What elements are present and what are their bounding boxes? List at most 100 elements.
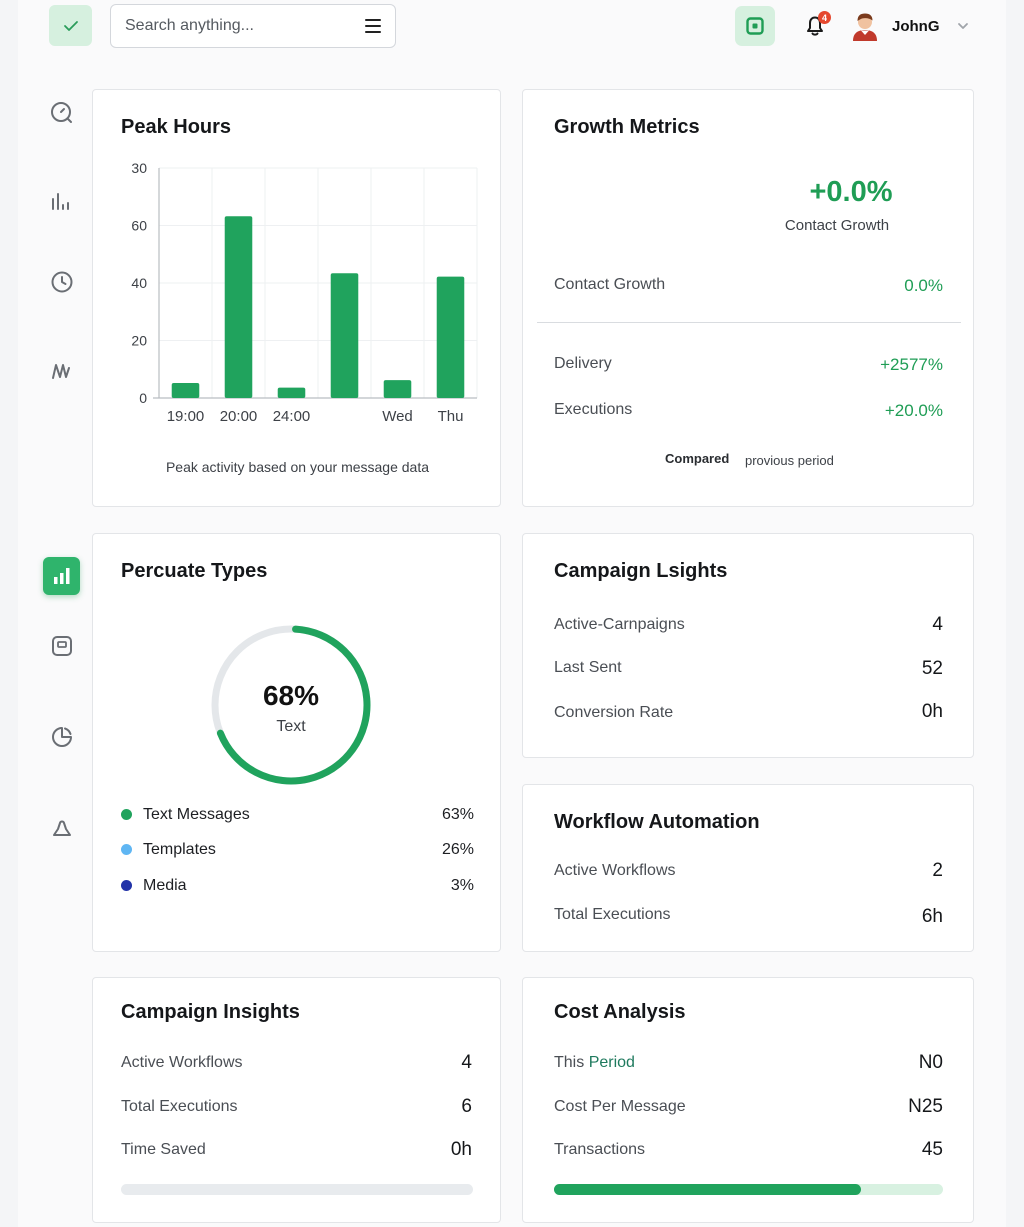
square-icon bbox=[746, 17, 764, 35]
legend-label: Text Messages bbox=[143, 806, 250, 823]
divider bbox=[537, 322, 961, 323]
chevron-down-icon[interactable] bbox=[956, 19, 970, 33]
stat-label: Last Sent bbox=[554, 659, 622, 676]
cost-progress-track bbox=[554, 1184, 943, 1195]
stat-value: 6h bbox=[921, 906, 943, 927]
growth-metrics-card: Growth Metrics +0.0% Contact Growth Cont… bbox=[522, 89, 974, 507]
bar bbox=[436, 276, 465, 398]
x-tick-label: 20:00 bbox=[220, 408, 258, 425]
username[interactable]: JohnG bbox=[892, 18, 940, 35]
stat-label: Active-Carnpaigns bbox=[554, 616, 685, 633]
legend-dot-media bbox=[121, 880, 132, 891]
stat-label: Cost Per Message bbox=[554, 1098, 686, 1115]
y-tick-label: 40 bbox=[131, 275, 147, 291]
legend-label: Templates bbox=[143, 841, 216, 858]
stat-label: Transactions bbox=[554, 1141, 645, 1158]
x-tick-label: Thu bbox=[438, 408, 464, 425]
workflow-automation-title: Workflow Automation bbox=[554, 811, 760, 833]
sidebar-item-usage[interactable] bbox=[48, 723, 76, 751]
cost-progress-fill bbox=[554, 1184, 862, 1195]
message-types-title: Percuate Types bbox=[121, 560, 268, 582]
metric-value: +2577% bbox=[880, 355, 943, 374]
growth-metrics-title: Growth Metrics bbox=[554, 116, 700, 138]
pie-chart-icon bbox=[52, 727, 72, 747]
stat-value: 4 bbox=[461, 1052, 472, 1073]
sidebar-item-search[interactable] bbox=[48, 99, 76, 127]
metric-label: Delivery bbox=[554, 355, 612, 372]
stat-value: N25 bbox=[908, 1096, 943, 1117]
stat-value: 2 bbox=[932, 860, 943, 881]
workflow-automation-card: Workflow Automation Active Workflows 2 T… bbox=[522, 784, 974, 952]
search-bar[interactable] bbox=[110, 4, 396, 48]
menu-icon[interactable] bbox=[365, 19, 381, 33]
peak-hours-caption: Peak activity based on your message data bbox=[165, 459, 430, 475]
stat-label: Active Workflows bbox=[121, 1054, 243, 1071]
stat-value: 4 bbox=[932, 614, 943, 635]
sidebar-item-analytics[interactable] bbox=[48, 188, 76, 216]
clock-icon bbox=[51, 271, 73, 293]
insights-progress-track bbox=[121, 1184, 473, 1195]
y-tick-label: 60 bbox=[131, 218, 147, 234]
sidebar-item-devices[interactable] bbox=[48, 632, 76, 660]
bar-chart-icon bbox=[53, 568, 69, 584]
stat-label: Total Executions bbox=[121, 1098, 238, 1115]
x-tick-label: 24:00 bbox=[273, 408, 311, 425]
y-tick-label: 30 bbox=[131, 160, 147, 176]
donut-center-label: Text bbox=[276, 718, 306, 735]
stat-value: 0h bbox=[921, 701, 943, 722]
bar bbox=[383, 380, 412, 398]
search-input[interactable] bbox=[125, 17, 365, 35]
metric-label: Executions bbox=[554, 401, 633, 418]
metric-value: 0.0% bbox=[904, 276, 943, 295]
y-tick-label: 20 bbox=[131, 333, 147, 349]
bar bbox=[277, 387, 306, 398]
campaign-insights-title: Campaign Insights bbox=[121, 1001, 300, 1023]
metric-value: +20.0% bbox=[884, 401, 943, 420]
peak-hours-card: Peak Hours 0 20 40 60 30 19:00 20:00 24:00 Wed Th… bbox=[92, 89, 501, 507]
sidebar-item-history[interactable] bbox=[48, 268, 76, 296]
bar-chart-icon bbox=[52, 193, 69, 210]
sidebar-item-reports[interactable] bbox=[43, 557, 80, 595]
campaign-insights-card: Campaign Insights Active Workflows 4 Tot… bbox=[92, 977, 501, 1223]
stat-label: Time Saved bbox=[121, 1141, 206, 1158]
sidebar-item-activity[interactable] bbox=[48, 357, 76, 385]
stat-value: N0 bbox=[918, 1052, 943, 1073]
stat-value: 0h bbox=[450, 1139, 472, 1160]
peak-hours-title: Peak Hours bbox=[121, 116, 232, 138]
stat-value: 45 bbox=[921, 1139, 943, 1160]
sidebar-item-alerts[interactable] bbox=[48, 815, 76, 843]
legend-label: Media bbox=[143, 877, 187, 894]
bar bbox=[224, 216, 253, 398]
legend-value: 63% bbox=[441, 806, 474, 823]
avatar[interactable] bbox=[851, 11, 879, 41]
compared-period: provious period bbox=[745, 453, 834, 468]
y-tick-label: 0 bbox=[139, 390, 147, 406]
cost-analysis-title: Cost Analysis bbox=[554, 1001, 686, 1023]
bar bbox=[330, 273, 359, 398]
x-tick-label: 19:00 bbox=[167, 408, 205, 425]
contact-growth-label: Contact Growth bbox=[784, 217, 890, 234]
donut-center-value: 68% bbox=[262, 680, 320, 711]
peak-hours-chart: 0 20 40 60 30 19:00 20:00 24:00 Wed Thu bbox=[131, 160, 478, 425]
check-icon bbox=[63, 20, 78, 31]
check-button[interactable] bbox=[49, 5, 92, 46]
cost-analysis-card: Cost Analysis This Period N0 Cost Per Me… bbox=[522, 977, 974, 1223]
bar bbox=[171, 383, 200, 398]
activity-icon bbox=[52, 364, 70, 379]
bell-outline-icon bbox=[53, 820, 71, 836]
message-types-card: Percuate Types 68% Text Text Messages 63… bbox=[92, 533, 501, 952]
campaign-lsights-card: Campaign Lsights Active-Carnpaigns 4 Las… bbox=[522, 533, 974, 758]
stat-label: Active Workflows bbox=[554, 862, 676, 879]
metric-label: Contact Growth bbox=[554, 276, 666, 293]
stat-label: This Period bbox=[554, 1054, 635, 1072]
contact-growth-value: +0.0% bbox=[809, 176, 893, 208]
legend-dot-text bbox=[121, 809, 132, 820]
x-tick-label: Wed bbox=[382, 408, 413, 425]
search-icon bbox=[51, 102, 72, 123]
app-switch-button[interactable] bbox=[735, 6, 775, 46]
compared-label: Compared bbox=[665, 451, 730, 466]
this-label: This bbox=[554, 1054, 585, 1071]
legend-dot-templates bbox=[121, 844, 132, 855]
legend-value: 3% bbox=[450, 877, 474, 894]
legend-value: 26% bbox=[441, 841, 474, 858]
